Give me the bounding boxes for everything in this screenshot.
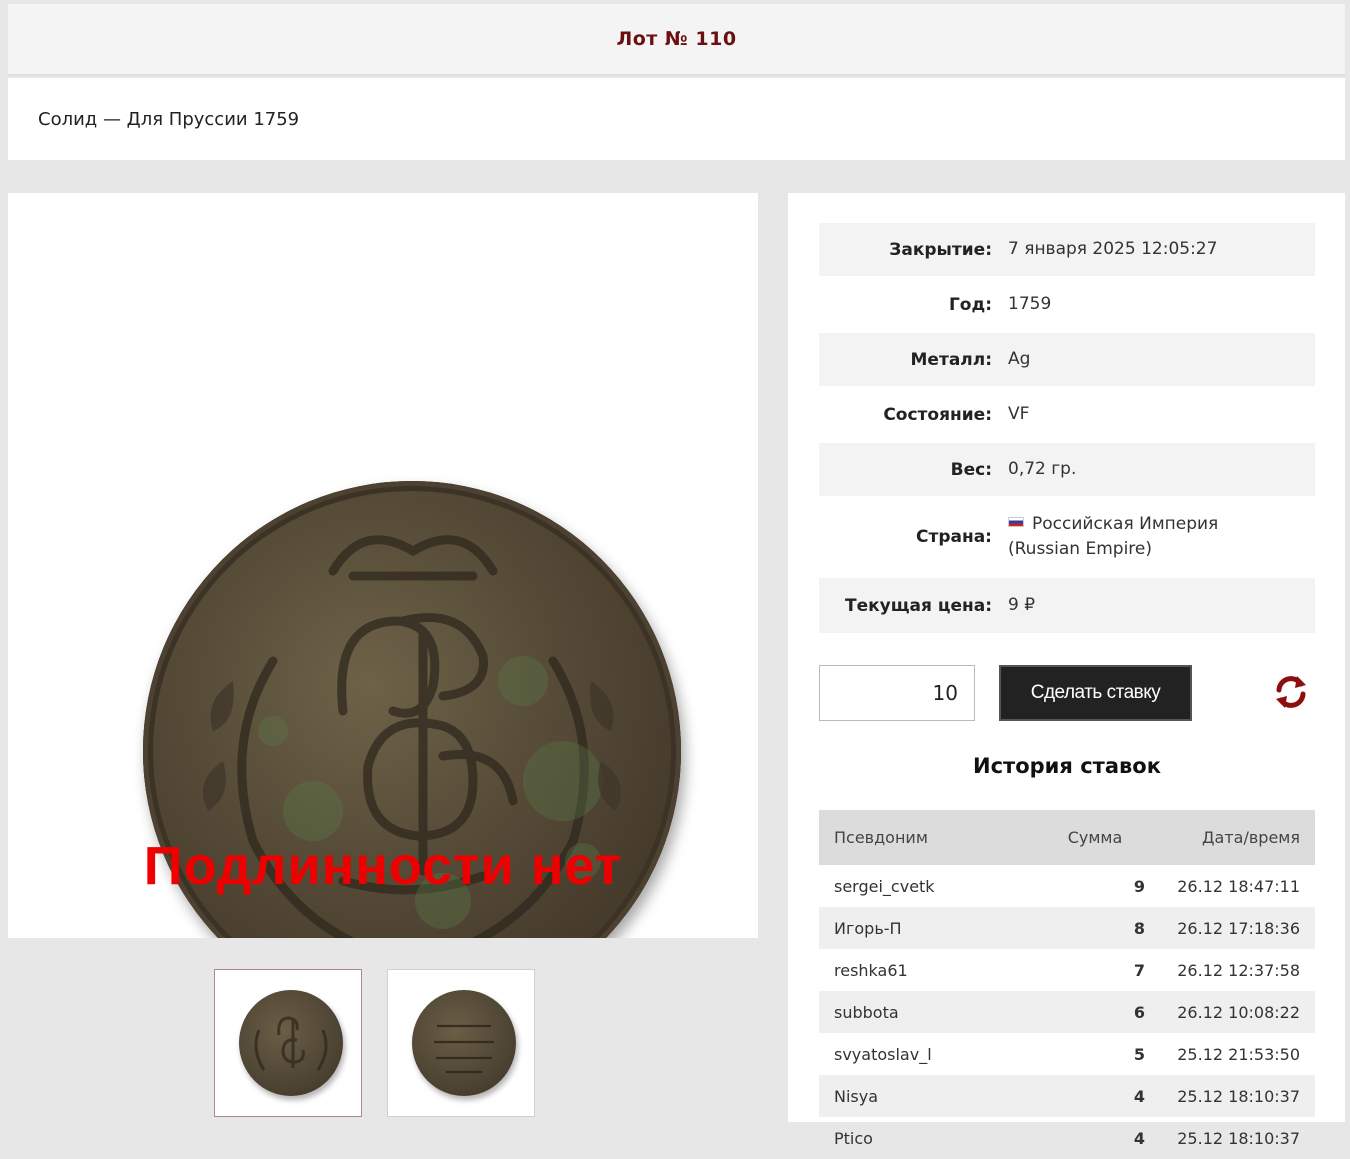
watermark-text: Подлинности нет	[143, 836, 623, 896]
closing-value: 7 января 2025 12:05:27	[1008, 239, 1218, 259]
bid-sum: 8	[1005, 907, 1146, 949]
bid-nickname: Ptico	[834, 1128, 873, 1148]
bid-sum: 7	[1133, 960, 1145, 980]
table-row: subbota 6 26.12 10:08:22	[819, 991, 1315, 1033]
country-value-line2: (Russian Empire)	[1008, 538, 1153, 559]
bid-nickname: Игорь-П	[819, 907, 1005, 949]
country-label: Страна:	[916, 526, 992, 547]
bid-nickname: sergei_cvetk	[834, 876, 935, 896]
bid-datetime: 25.12 18:10:37	[1177, 1128, 1300, 1148]
bid-datetime: 26.12 10:08:22	[1146, 991, 1315, 1033]
table-row: Nisya 4 25.12 18:10:37	[819, 1075, 1315, 1117]
bid-datetime: 25.12 21:53:50	[1177, 1044, 1300, 1064]
lot-title-bar: Лот № 110	[8, 4, 1345, 76]
bid-nickname: reshka61	[834, 960, 908, 980]
condition-value: VF	[1008, 404, 1030, 424]
year-row: Год: 1759	[819, 278, 1315, 331]
bid-datetime: 26.12 12:37:58	[1177, 960, 1300, 980]
bid-nickname: subbota	[819, 991, 1005, 1033]
weight-value: 0,72 гр.	[1008, 459, 1077, 479]
year-label: Год:	[948, 294, 992, 315]
price-value: 9 ₽	[1008, 595, 1036, 615]
closing-row: Закрытие: 7 января 2025 12:05:27	[819, 223, 1315, 276]
column-header-nickname[interactable]: Псевдоним	[819, 810, 1005, 865]
table-row: Ptico 4 25.12 18:10:37	[819, 1117, 1315, 1159]
column-header-datetime[interactable]: Дата/время	[1146, 810, 1315, 865]
bid-history-table: Псевдоним Сумма Дата/время sergei_cvetk …	[819, 810, 1315, 1159]
lot-title: Лот № 110	[616, 28, 737, 50]
table-row: sergei_cvetk 9 26.12 18:47:11	[819, 865, 1315, 907]
thumbnail-obverse[interactable]	[214, 969, 362, 1117]
country-value-line1: Российская Империя	[1032, 513, 1219, 534]
bid-sum: 5	[1133, 1044, 1145, 1064]
main-image-panel[interactable]: Подлинности нет	[8, 193, 758, 938]
thumbnail-reverse[interactable]	[387, 969, 535, 1117]
closing-label: Закрытие:	[889, 239, 992, 260]
bid-history-title: История ставок	[973, 754, 1161, 778]
metal-row: Металл: Ag	[819, 333, 1315, 386]
bid-sum: 9	[1133, 876, 1145, 896]
bid-datetime: 25.12 18:10:37	[1146, 1075, 1315, 1117]
lot-name: Солид — Для Пруссии 1759	[38, 108, 300, 130]
table-row: svyatoslav_l 5 25.12 21:53:50	[819, 1033, 1315, 1075]
bid-sum: 6	[1005, 991, 1146, 1033]
table-row: reshka61 7 26.12 12:37:58	[819, 949, 1315, 991]
condition-row: Состояние: VF	[819, 388, 1315, 441]
refresh-icon[interactable]	[1272, 673, 1310, 711]
table-row: Игорь-П 8 26.12 17:18:36	[819, 907, 1315, 949]
weight-row: Вес: 0,72 гр.	[819, 443, 1315, 496]
price-row: Текущая цена: 9 ₽	[819, 578, 1315, 633]
coin-thumbnail-reverse-image	[412, 990, 516, 1096]
russia-flag-icon	[1008, 516, 1024, 527]
column-header-sum[interactable]: Сумма	[1005, 810, 1146, 865]
bid-datetime: 26.12 17:18:36	[1146, 907, 1315, 949]
place-bid-button[interactable]: Сделать ставку	[999, 665, 1192, 721]
weight-label: Вес:	[950, 459, 992, 480]
metal-label: Металл:	[910, 349, 992, 370]
price-label: Текущая цена:	[845, 595, 992, 616]
lot-name-bar: Солид — Для Пруссии 1759	[8, 78, 1345, 160]
bid-amount-input[interactable]	[819, 665, 975, 721]
table-header-row: Псевдоним Сумма Дата/время	[819, 810, 1315, 865]
country-value: Российская Империя (Russian Empire)	[1008, 512, 1218, 562]
country-row: Страна: Российская Империя (Russian Empi…	[819, 499, 1315, 574]
bid-sum: 4	[1005, 1075, 1146, 1117]
coin-thumbnail-obverse-image	[239, 990, 343, 1096]
bid-sum: 4	[1133, 1128, 1145, 1148]
bid-nickname: Nisya	[819, 1075, 1005, 1117]
year-value: 1759	[1008, 294, 1052, 314]
metal-value: Ag	[1008, 349, 1031, 369]
bid-nickname: svyatoslav_l	[834, 1044, 932, 1064]
condition-label: Состояние:	[883, 404, 992, 425]
bid-datetime: 26.12 18:47:11	[1177, 876, 1300, 896]
